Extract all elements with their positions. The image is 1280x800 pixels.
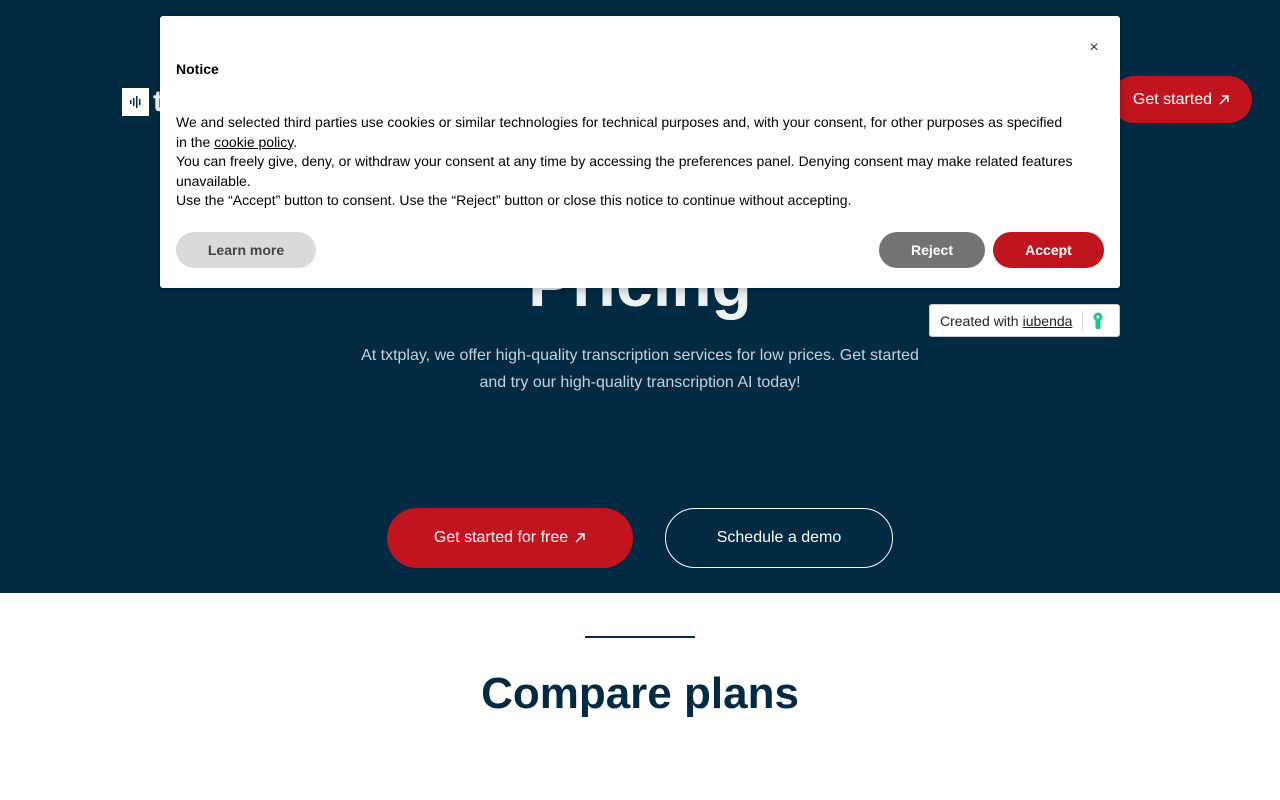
get-started-free-label: Get started for free (433, 529, 569, 546)
cookie-notice-title: Notice (176, 61, 219, 77)
cookie-notice-body: We and selected third parties use cookie… (176, 113, 1076, 211)
close-icon[interactable]: × (1084, 38, 1104, 58)
schedule-demo-label: Schedule a demo (716, 529, 842, 546)
compare-plans-title: Compare plans (481, 669, 799, 718)
get-started-free-button[interactable]: Get started for free (387, 508, 633, 568)
cookie-notice-paragraph-2: You can freely give, deny, or withdraw y… (176, 153, 1073, 189)
get-started-nav-label: Get started (1132, 90, 1213, 108)
iubenda-prefix: Created with (940, 312, 1019, 329)
txtplay-logo[interactable]: t (122, 85, 163, 119)
cookie-notice-paragraph-1: We and selected third parties use cookie… (176, 113, 1076, 152)
arrow-up-right-icon (1219, 94, 1229, 104)
logo-waveform-icon (122, 88, 149, 116)
arrow-up-right-icon (575, 533, 585, 543)
reject-button[interactable]: Reject (879, 232, 985, 268)
accept-button[interactable]: Accept (993, 232, 1104, 268)
cookie-notice-paragraph-3: Use the “Accept” button to consent. Use … (176, 192, 852, 209)
hero-subtitle: At txtplay, we offer high-quality transc… (361, 347, 919, 391)
iubenda-badge[interactable]: Created with iubenda (929, 304, 1120, 337)
cookie-policy-link[interactable]: cookie policy (214, 134, 293, 150)
cookie-notice-dialog: Notice × We and selected third parties u… (160, 16, 1120, 288)
iubenda-link[interactable]: iubenda (1023, 313, 1073, 329)
section-divider (585, 636, 695, 638)
learn-more-button[interactable]: Learn more (176, 232, 316, 268)
cookie-text-1b: . (293, 133, 298, 150)
iubenda-keyhole-icon (1093, 312, 1103, 330)
get-started-nav-button[interactable]: Get started (1111, 76, 1252, 123)
iubenda-separator (1082, 310, 1084, 331)
schedule-demo-button[interactable]: Schedule a demo (665, 508, 893, 568)
cookie-text-1a: We and selected third parties use cookie… (176, 114, 1063, 150)
